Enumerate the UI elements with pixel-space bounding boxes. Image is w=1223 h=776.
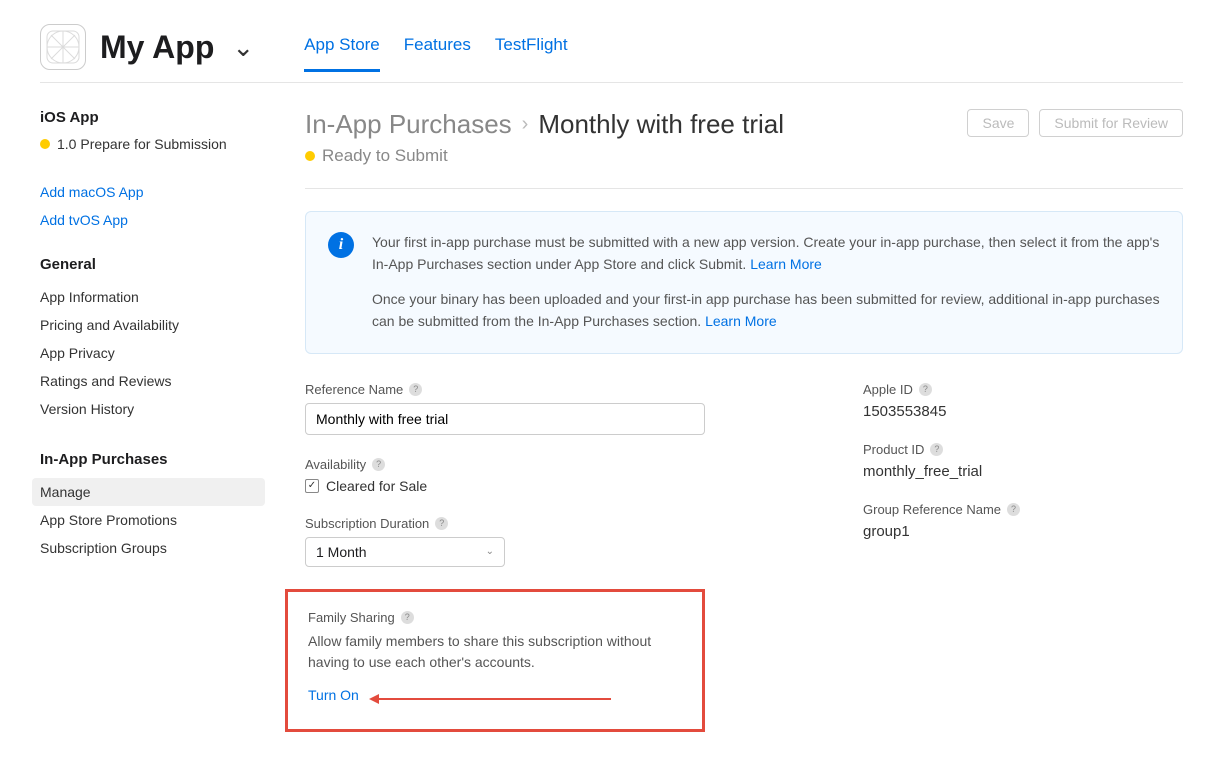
chevron-down-icon: ⌄ — [486, 546, 494, 557]
version-status-label: 1.0 Prepare for Submission — [57, 136, 227, 152]
status-dot-icon — [40, 139, 50, 149]
sidebar-ios-title: iOS App — [40, 109, 265, 126]
group-reference-link[interactable]: group1 — [863, 523, 1183, 540]
apple-id-label: Apple ID — [863, 382, 913, 397]
status-dot-icon — [305, 151, 315, 161]
help-icon[interactable]: ? — [930, 443, 943, 456]
save-button[interactable]: Save — [967, 109, 1029, 137]
turn-on-link[interactable]: Turn On — [308, 687, 359, 703]
tab-testflight[interactable]: TestFlight — [495, 35, 568, 72]
add-macos-link[interactable]: Add macOS App — [40, 184, 265, 200]
iap-status-label: Ready to Submit — [322, 146, 448, 166]
tab-app-store[interactable]: App Store — [304, 35, 380, 72]
family-sharing-highlight: Family Sharing ? Allow family members to… — [285, 589, 705, 732]
select-value: 1 Month — [316, 544, 367, 560]
family-sharing-label: Family Sharing — [308, 610, 395, 625]
page-title: Monthly with free trial — [538, 109, 784, 140]
info-banner: i Your first in-app purchase must be sub… — [305, 211, 1183, 354]
reference-name-label: Reference Name — [305, 382, 403, 397]
help-icon[interactable]: ? — [1007, 503, 1020, 516]
app-icon-placeholder — [40, 24, 86, 70]
add-tvos-link[interactable]: Add tvOS App — [40, 212, 265, 228]
product-id-value: monthly_free_trial — [863, 463, 1183, 480]
learn-more-link-1[interactable]: Learn More — [750, 256, 822, 272]
help-icon[interactable]: ? — [435, 517, 448, 530]
breadcrumb: In-App Purchases › Monthly with free tri… — [305, 109, 784, 140]
app-name-label: My App — [100, 29, 214, 66]
help-icon[interactable]: ? — [401, 611, 414, 624]
availability-label: Availability — [305, 457, 366, 472]
help-icon[interactable]: ? — [409, 383, 422, 396]
group-reference-name-label: Group Reference Name — [863, 502, 1001, 517]
product-id-label: Product ID — [863, 442, 924, 457]
sidebar-item-app-information[interactable]: App Information — [40, 283, 265, 311]
sidebar: iOS App 1.0 Prepare for Submission Add m… — [40, 109, 285, 732]
sidebar-item-privacy[interactable]: App Privacy — [40, 339, 265, 367]
arrow-annotation-icon — [371, 687, 611, 703]
chevron-right-icon: › — [522, 113, 529, 136]
sidebar-item-pricing[interactable]: Pricing and Availability — [40, 311, 265, 339]
tab-features[interactable]: Features — [404, 35, 471, 72]
learn-more-link-2[interactable]: Learn More — [705, 313, 777, 329]
cleared-for-sale-checkbox[interactable] — [305, 479, 319, 493]
app-switcher[interactable]: My App ⌄ — [40, 24, 254, 70]
reference-name-input[interactable] — [305, 403, 705, 435]
sidebar-version-status[interactable]: 1.0 Prepare for Submission — [40, 136, 265, 152]
help-icon[interactable]: ? — [919, 383, 932, 396]
sidebar-item-promotions[interactable]: App Store Promotions — [40, 506, 265, 534]
sidebar-item-ratings[interactable]: Ratings and Reviews — [40, 367, 265, 395]
chevron-down-icon: ⌄ — [232, 32, 254, 63]
subscription-duration-select[interactable]: 1 Month ⌄ — [305, 537, 505, 567]
family-sharing-description: Allow family members to share this subsc… — [308, 631, 682, 673]
sidebar-item-history[interactable]: Version History — [40, 395, 265, 423]
cleared-for-sale-label: Cleared for Sale — [326, 478, 427, 494]
breadcrumb-root[interactable]: In-App Purchases — [305, 109, 512, 140]
info-icon: i — [328, 232, 354, 258]
subscription-duration-label: Subscription Duration — [305, 516, 429, 531]
apple-id-value: 1503553845 — [863, 403, 1183, 420]
help-icon[interactable]: ? — [372, 458, 385, 471]
sidebar-general-title: General — [40, 256, 265, 273]
sidebar-iap-title: In-App Purchases — [40, 451, 265, 468]
divider — [305, 188, 1183, 189]
sidebar-item-manage[interactable]: Manage — [32, 478, 265, 506]
sidebar-item-groups[interactable]: Subscription Groups — [40, 534, 265, 562]
submit-for-review-button[interactable]: Submit for Review — [1039, 109, 1183, 137]
